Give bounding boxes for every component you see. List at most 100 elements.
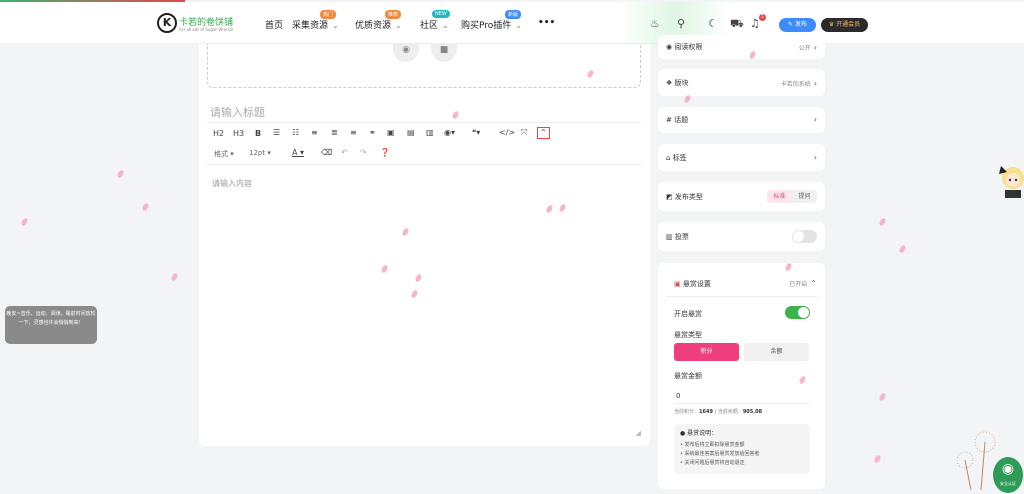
eraser-icon[interactable]: ⌫ <box>321 148 332 157</box>
site-logo[interactable]: K 卡若的卷饼铺 For all eat of Sugar Wrench <box>157 13 233 37</box>
bounty-note-item: • 发布后将立即扣除悬赏金额 <box>680 442 745 448</box>
topic-row[interactable]: # 话题 › <box>658 107 825 133</box>
bounty-amount-input[interactable]: 0 <box>676 392 680 400</box>
chevron-down-icon: ⌄ <box>515 21 522 30</box>
link-icon[interactable]: ⚭ <box>369 128 376 137</box>
info-icon: ● <box>680 430 686 437</box>
petal-decoration <box>20 217 29 227</box>
bounty-note-item: • 采纳最佳答案后悬赏发放给回答者 <box>680 451 760 457</box>
cube-icon: ❖ <box>666 79 673 87</box>
heading2-button[interactable]: H2 <box>213 129 224 138</box>
post-editor: ◉ ■ 请输入标题 H2 H3 B ☰ ☷ ≡ ≣ ≡ ⚭ ▣ ▤ ▥ ◉▾ ❝… <box>199 44 650 446</box>
code-icon[interactable]: </> <box>499 128 515 137</box>
section-value: 卡若的系统 <box>780 81 811 88</box>
content-editor[interactable]: 请输入内容 <box>212 178 252 189</box>
petal-decoration <box>116 169 125 179</box>
chevron-down-icon: ⌄ <box>395 21 402 30</box>
bullet-list-icon[interactable]: ☰ <box>273 128 280 137</box>
enable-bounty-label: 开启悬赏 <box>674 310 702 318</box>
hash-icon: # <box>666 116 672 124</box>
nav-badge-hot: 热门 <box>320 10 337 19</box>
bounty-type-balance[interactable]: 余额 <box>744 343 809 361</box>
undo-icon[interactable]: ↶ <box>341 148 348 157</box>
cover-upload-area[interactable]: ◉ ■ <box>207 44 641 88</box>
align-left-icon[interactable]: ≡ <box>311 128 318 137</box>
anime-mascot-icon[interactable] <box>995 160 1024 198</box>
video-embed-icon[interactable]: ▤ <box>407 128 415 137</box>
open-vip-button[interactable]: ♛ 开通会员 <box>821 18 868 32</box>
nav-badge-new: NEW <box>432 10 450 18</box>
chevron-down-icon: ⌄ <box>332 21 339 30</box>
enable-bounty-toggle[interactable] <box>785 306 810 319</box>
shield-icon: ◉ <box>1001 461 1015 477</box>
chevron-up-icon: ⌃ <box>810 279 817 288</box>
chevron-right-icon: › <box>813 79 817 88</box>
vote-toggle[interactable] <box>792 230 817 243</box>
read-permission-value: 公开 <box>798 45 811 52</box>
nav-community[interactable]: 社区 ⌄ NEW <box>420 10 450 31</box>
moon-icon[interactable]: ☾ <box>708 17 718 30</box>
nav-collect-resources[interactable]: 采集资源 ⌄ 热门 <box>292 10 339 31</box>
publish-button[interactable]: ✎ 发布 <box>779 18 816 32</box>
petal-decoration <box>873 454 882 464</box>
camera-icon[interactable]: ◉ <box>393 44 419 62</box>
post-type-standard[interactable]: 标准 <box>767 190 792 203</box>
nav-buy-pro[interactable]: 购买Pro插件 ⌄ 新版 <box>461 10 522 31</box>
bounty-notes: ● 悬赏说明： • 发布后将立即扣除悬赏金额 • 采纳最佳答案后悬赏发放给回答者… <box>674 424 810 474</box>
font-size-select[interactable]: 12pt ▾ <box>249 149 271 157</box>
petal-decoration <box>898 244 907 254</box>
nav-quality-resources[interactable]: 优质资源 ⌄ 推荐 <box>355 10 402 31</box>
more-dots-icon[interactable]: ••• <box>538 18 555 28</box>
bounty-amount-label: 悬赏金额 <box>674 372 702 380</box>
help-icon[interactable]: ❓ <box>380 148 390 157</box>
heading3-button[interactable]: H3 <box>233 129 244 138</box>
chevron-right-icon: › <box>813 43 817 52</box>
petal-decoration <box>170 272 179 282</box>
hide-content-icon[interactable]: ◉▾ <box>444 128 455 137</box>
bold-button[interactable]: B <box>255 129 261 138</box>
image-icon[interactable]: ▣ <box>387 128 395 137</box>
title-input[interactable]: 请输入标题 <box>210 104 265 120</box>
petal-decoration <box>878 392 887 402</box>
notification-count: 1 <box>759 14 766 21</box>
resize-handle-icon[interactable]: ◢ <box>636 429 641 437</box>
security-badge[interactable]: ◉ 安全认证 <box>993 457 1023 493</box>
chevron-right-icon: › <box>813 153 817 162</box>
align-right-icon[interactable]: ≡ <box>350 128 357 137</box>
bounty-note-item: • 关闭问题后悬赏将自动退还 <box>680 460 745 466</box>
file-icon[interactable]: ▥ <box>426 128 434 137</box>
lightbulb-icon[interactable]: ♨ <box>650 17 660 30</box>
section-row[interactable]: ❖ 版块 卡若的系统 › <box>658 69 825 96</box>
eye-icon: ◉ 阅读权限 <box>666 43 703 51</box>
align-center-icon[interactable]: ≣ <box>331 128 338 137</box>
search-icon[interactable]: ⚲ <box>677 17 685 30</box>
site-tagline: For all eat of Sugar Wrench <box>179 27 234 32</box>
nav-home[interactable]: 首页 <box>265 18 283 31</box>
collapse-toolbar-icon[interactable]: ⌃ <box>537 127 550 139</box>
read-permission-row[interactable]: ◉ 阅读权限 公开 › <box>658 35 825 59</box>
balance-info: 当前积分：1649 | 当前余额：905.08 <box>674 409 763 415</box>
post-type-toggle: 标准 提问 <box>767 190 817 203</box>
post-type-question[interactable]: 提问 <box>792 190 817 203</box>
numbered-list-icon[interactable]: ☷ <box>292 128 299 137</box>
video-icon[interactable]: ■ <box>431 44 457 62</box>
redo-icon[interactable]: ↷ <box>360 148 367 157</box>
font-color-select[interactable]: A ▾ <box>292 148 304 157</box>
bounty-type-points[interactable]: 积分 <box>674 343 739 361</box>
chevron-right-icon: › <box>813 115 817 124</box>
quote-icon[interactable]: ❝▾ <box>472 128 480 137</box>
format-select[interactable]: 格式 ▾ <box>214 149 234 159</box>
nav-badge-version: 新版 <box>505 10 522 19</box>
bounty-collapse[interactable]: 已开启 ⌃ <box>789 279 817 288</box>
nav-badge-recommend: 推荐 <box>385 10 402 19</box>
chevron-down-icon: ⌄ <box>442 21 449 30</box>
petal-decoration <box>878 217 887 227</box>
k-logo-icon: K <box>157 13 177 33</box>
mascot-tooltip: 晚安~音乐、运动、阅读。睡前时间放松一下，灵感也许会悄悄到来！ <box>5 306 97 344</box>
cart-icon[interactable]: ⛟ <box>730 17 744 32</box>
tag-icon: ⌂ <box>666 154 671 162</box>
fullscreen-icon[interactable]: ⤧ <box>521 128 527 138</box>
tag-row[interactable]: ⌂ 标签 › <box>658 144 825 171</box>
bounty-type-label: 悬赏类型 <box>674 331 702 339</box>
top-navbar: K 卡若的卷饼铺 For all eat of Sugar Wrench 首页 … <box>0 2 1024 44</box>
